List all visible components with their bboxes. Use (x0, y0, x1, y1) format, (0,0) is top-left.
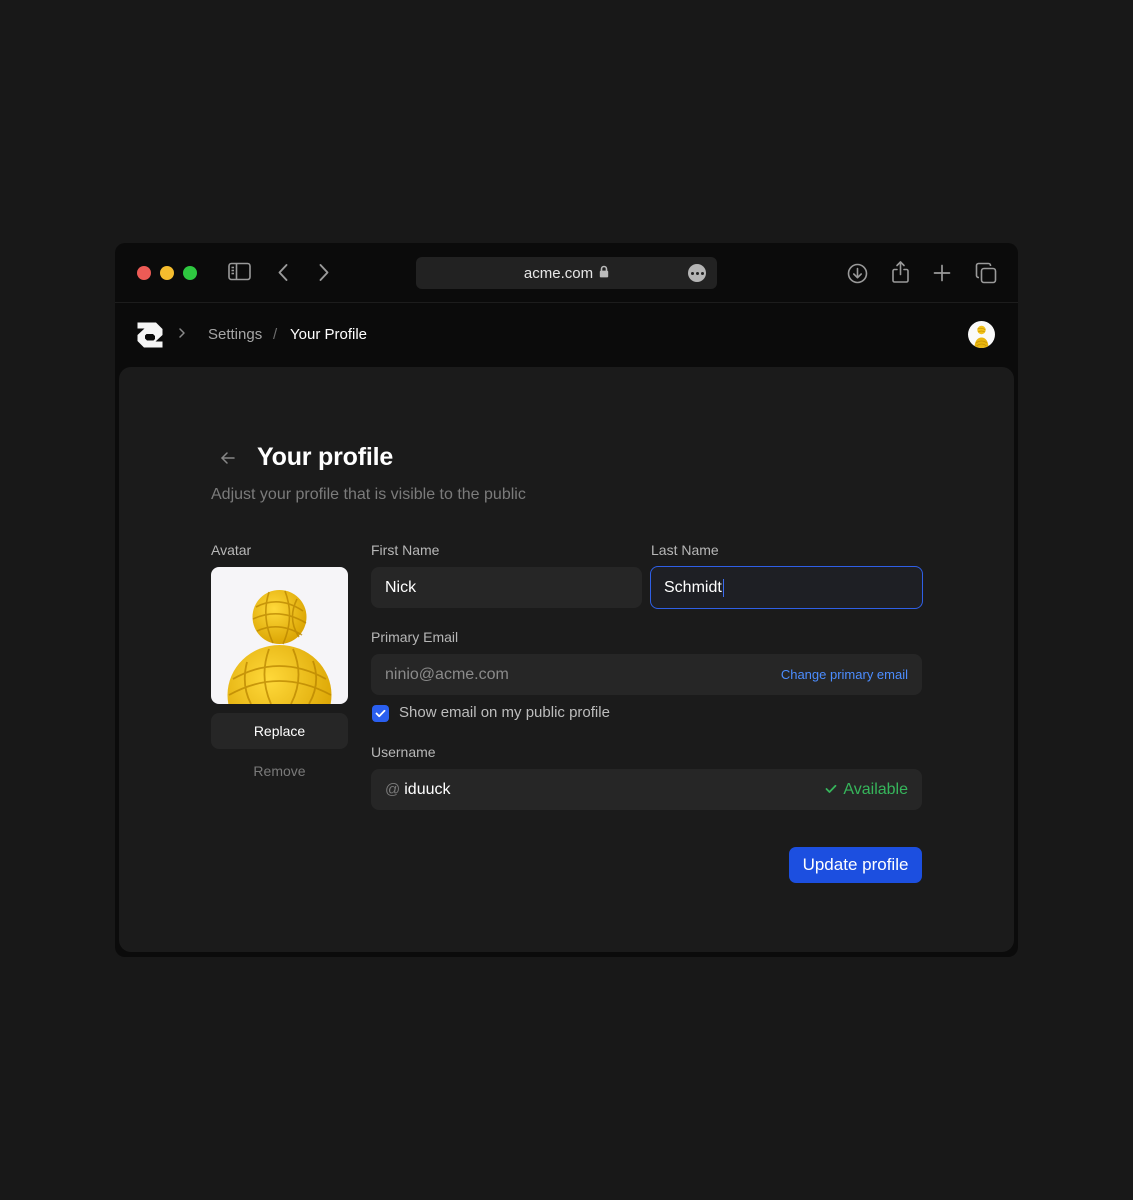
tabs-icon[interactable] (975, 262, 997, 284)
user-avatar[interactable] (968, 321, 995, 348)
breadcrumb-chevron-icon (178, 326, 186, 344)
username-status: Available (825, 781, 908, 799)
back-arrow-icon[interactable] (220, 451, 236, 470)
email-value: ninio@acme.com (385, 665, 509, 683)
acme-logo[interactable] (136, 321, 164, 349)
email-input[interactable]: ninio@acme.com Change primary email (371, 654, 922, 695)
change-email-link[interactable]: Change primary email (781, 667, 908, 682)
close-window-button[interactable] (137, 266, 151, 280)
maximize-window-button[interactable] (183, 266, 197, 280)
share-icon[interactable] (891, 260, 910, 284)
profile-panel: Your profile Adjust your profile that is… (119, 367, 1014, 952)
username-value: iduuck (404, 780, 451, 798)
show-email-label[interactable]: Show email on my public profile (399, 704, 610, 721)
username-label: Username (371, 744, 436, 760)
avatar-label: Avatar (211, 542, 252, 558)
sidebar-icon[interactable] (228, 262, 251, 281)
last-name-label: Last Name (651, 542, 719, 558)
page-subtitle: Adjust your profile that is visible to t… (211, 486, 526, 503)
username-input[interactable]: @ iduuck Available (371, 769, 922, 810)
address-bar[interactable]: acme.com (416, 257, 717, 289)
last-name-value: Schmidt (664, 578, 722, 596)
minimize-window-button[interactable] (160, 266, 174, 280)
avatar-image (211, 567, 348, 704)
page-title: Your profile (257, 443, 394, 471)
new-tab-icon[interactable] (933, 264, 951, 282)
first-name-input[interactable]: Nick (371, 567, 642, 608)
replace-avatar-button[interactable]: Replace (211, 713, 348, 749)
update-profile-button[interactable]: Update profile (789, 847, 922, 883)
remove-avatar-button[interactable]: Remove (211, 760, 348, 782)
first-name-value: Nick (385, 578, 417, 596)
breadcrumb-settings[interactable]: Settings (208, 326, 262, 343)
browser-window: acme.com Settings / Your Profile Your pr… (115, 243, 1018, 957)
show-email-checkbox[interactable] (372, 705, 389, 722)
breadcrumb-current: Your Profile (290, 326, 367, 343)
text-caret (722, 578, 725, 597)
first-name-label: First Name (371, 542, 440, 558)
lock-icon (599, 265, 609, 282)
url-text: acme.com (523, 264, 594, 282)
last-name-input[interactable]: Schmidt (650, 566, 923, 609)
download-icon[interactable] (847, 263, 868, 284)
username-prefix: @ (385, 781, 401, 798)
username-status-text: Available (843, 780, 908, 798)
browser-toolbar: acme.com (115, 243, 1018, 303)
forward-icon[interactable] (318, 263, 330, 282)
app-header: Settings / Your Profile (115, 304, 1018, 366)
back-icon[interactable] (277, 263, 289, 282)
more-icon[interactable] (688, 264, 706, 282)
breadcrumb-separator: / (273, 326, 278, 343)
email-label: Primary Email (371, 629, 459, 645)
check-icon (825, 781, 837, 799)
